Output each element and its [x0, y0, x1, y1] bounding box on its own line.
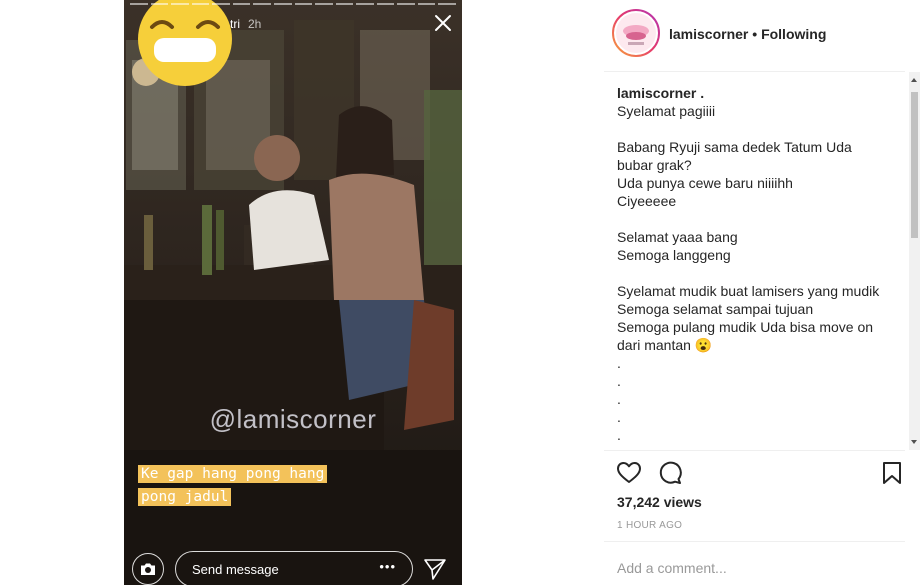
more-icon[interactable]: •••: [379, 559, 396, 574]
bookmark-icon[interactable]: [879, 460, 905, 486]
scrollbar-thumb[interactable]: [911, 92, 918, 238]
close-icon[interactable]: [432, 12, 454, 34]
scroll-up-arrow-icon[interactable]: [911, 78, 917, 82]
comment-divider: [604, 541, 905, 542]
add-comment-input[interactable]: [617, 560, 887, 576]
camera-icon: [141, 563, 155, 575]
camera-button[interactable]: [132, 553, 164, 585]
following-button[interactable]: Following: [761, 26, 826, 42]
comments-scrollbar[interactable]: [909, 72, 920, 450]
caption-line: bubar grak?: [617, 157, 692, 173]
caption-line: .: [617, 391, 621, 407]
story-watermark: @lamiscorner: [209, 404, 377, 434]
caption-author[interactable]: lamiscorner .: [617, 84, 905, 102]
caption-line: .: [617, 427, 621, 443]
actions-divider: [604, 450, 905, 451]
caption-line: Semoga langgeng: [617, 247, 731, 263]
story-username[interactable]: tri: [230, 17, 240, 31]
story-progress-bar: [130, 3, 456, 5]
send-message-placeholder: Send message: [192, 562, 279, 577]
send-message-input[interactable]: Send message •••: [175, 551, 413, 585]
story-caption-line: pong jadul: [138, 488, 232, 506]
caption-line: Uda punya cewe baru niiiihh: [617, 175, 793, 191]
caption-line: dari mantan 😮: [617, 337, 713, 353]
caption-line: Semoga selamat sampai tujuan: [617, 301, 814, 317]
comment-bubble-icon[interactable]: [657, 460, 683, 486]
caption-line: .: [617, 355, 621, 371]
header-divider: [604, 71, 905, 72]
caption-line: Syelamat pagiiii: [617, 103, 716, 119]
post-timestamp[interactable]: 1 HOUR AGO: [617, 520, 682, 531]
header-separator: •: [748, 26, 762, 42]
caption-line: Syelamat mudik buat lamisers yang mudik: [617, 283, 880, 299]
caption-line: .: [617, 409, 621, 425]
story-timestamp: 2h: [248, 17, 262, 31]
story-caption-line: Ke gap hang pong hang: [138, 465, 328, 483]
caption-line: .: [617, 444, 905, 446]
caption-line: Babang Ryuji sama dedek Tatum Uda: [617, 139, 852, 155]
story-viewer: tri 2h @lamiscorner Ke gap hang pong han…: [124, 0, 462, 585]
views-count[interactable]: 37,242 views: [617, 494, 702, 510]
post-header: lamiscorner • Following: [669, 26, 826, 42]
caption-comment: lamiscorner . Syelamat pagiiii Babang Ry…: [617, 84, 905, 446]
scroll-down-arrow-icon[interactable]: [911, 440, 917, 444]
header-username[interactable]: lamiscorner: [669, 26, 748, 42]
caption-line: Semoga pulang mudik Uda bisa move on: [617, 319, 874, 335]
like-heart-icon[interactable]: [616, 460, 642, 486]
send-icon[interactable]: [423, 557, 447, 581]
caption-line: .: [617, 373, 621, 389]
avatar[interactable]: [612, 9, 660, 57]
caption-line: Selamat yaaa bang: [617, 229, 738, 245]
caption-line: Ciyeeeee: [617, 193, 677, 209]
